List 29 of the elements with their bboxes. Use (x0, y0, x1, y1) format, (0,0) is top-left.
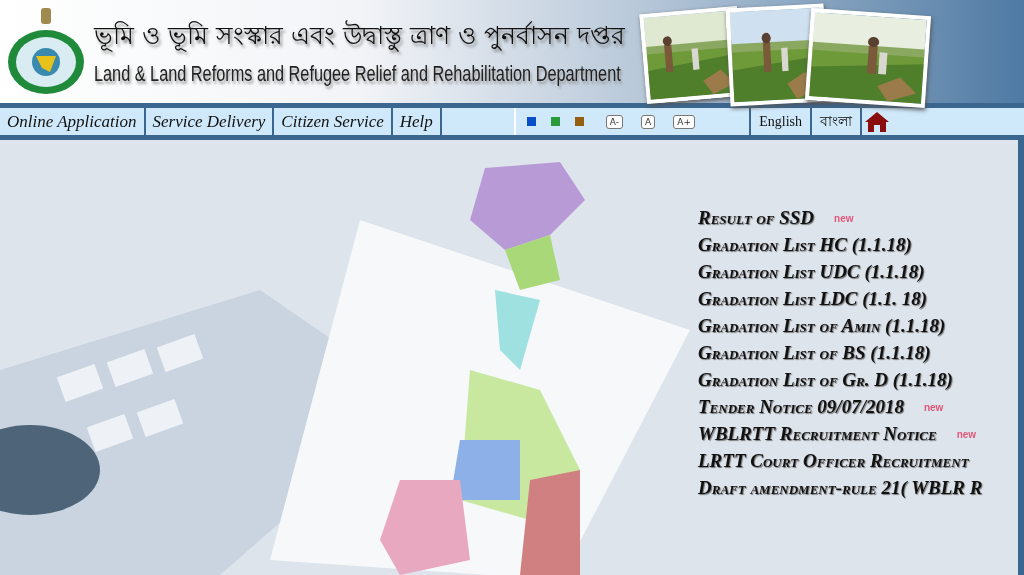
menu-link[interactable]: Service Delivery (145, 108, 275, 135)
notice-link[interactable]: Gradation List of BS (1.1.18) (698, 341, 931, 365)
notice-link[interactable]: Gradation List of Gr. D (1.1.18) (698, 368, 953, 392)
language-link[interactable]: বাংলা (810, 108, 860, 135)
menu-link[interactable]: Online Application (0, 108, 146, 135)
department-title-bengali: ভূমি ও ভূমি সংস্কার এবং উদ্বাস্তু ত্রাণ ও পুনর্বাসন দপ্তর (94, 19, 626, 54)
theme-swatch[interactable] (526, 117, 536, 126)
theme-swatch[interactable] (550, 117, 560, 126)
font-size-button[interactable]: A- (605, 114, 624, 129)
department-title: Land & Land Reforms and Refugee Relief and Rehabilitation Department (94, 61, 621, 87)
notice-link[interactable]: Gradation List UDC (1.1.18) (698, 260, 925, 284)
menu-link[interactable]: Citizen Service (274, 108, 393, 135)
notice-link[interactable]: WBLRTT Recruitment Notice (698, 422, 937, 446)
theme-swatch[interactable] (574, 117, 584, 126)
font-size-button[interactable]: A (641, 114, 656, 129)
new-label: new (923, 401, 944, 413)
notice-link[interactable]: Tender Notice 09/07/2018 (698, 395, 904, 419)
notice-link[interactable]: Gradation List HC (1.1.18) (698, 233, 912, 257)
font-size-button[interactable]: A+ (673, 114, 695, 129)
notice-link[interactable]: Result of SSD (698, 206, 815, 230)
notice-link[interactable]: Gradation List of Amin (1.1.18) (698, 314, 946, 338)
home-icon (864, 110, 890, 133)
notice-link[interactable]: Draft amendment-rule 21( WBLR R (698, 476, 983, 500)
new-label: new (834, 212, 854, 224)
menu-link[interactable]: Help (392, 108, 442, 135)
new-label: new (956, 428, 977, 440)
notice-link[interactable]: Gradation List LDC (1.1. 18) (698, 287, 928, 311)
notice-link[interactable]: LRTT Court Officer Recruitment (698, 449, 969, 473)
language-link[interactable]: English (749, 108, 810, 135)
